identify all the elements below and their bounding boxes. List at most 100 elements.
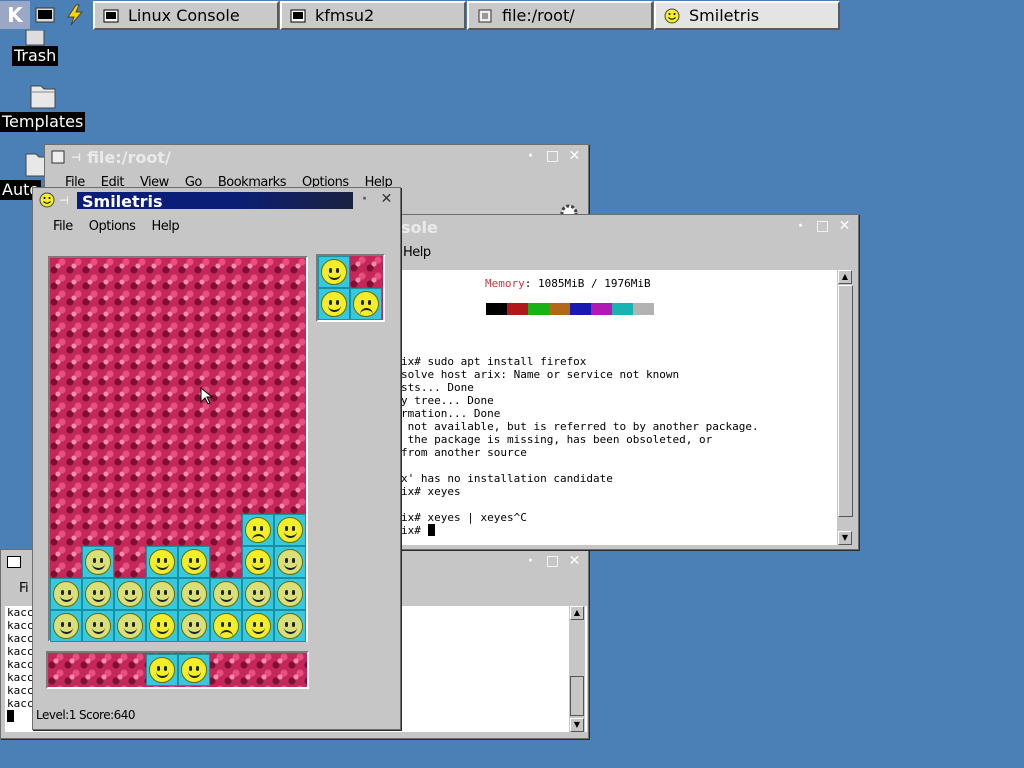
menu-file[interactable]: File	[53, 219, 73, 234]
task-label: Linux Console	[128, 6, 240, 25]
scroll-up-icon[interactable]: ▲	[570, 606, 584, 620]
terminal-launcher-icon[interactable]	[30, 1, 60, 29]
terminal-line: x' has no installation candidate	[401, 472, 613, 485]
color-swatch	[612, 303, 633, 315]
desktop-icon-trash[interactable]: Trash	[12, 30, 59, 66]
smiley-icon	[181, 613, 207, 639]
color-swatch	[633, 303, 654, 315]
smiley-icon	[277, 613, 303, 639]
smiley-block	[242, 546, 274, 578]
pin-icon[interactable]: ⊣	[71, 151, 81, 164]
memory-line: Memory: 1085MiB / 1976MiB	[485, 277, 651, 290]
smiley-block	[114, 610, 146, 642]
smiley-icon	[213, 581, 239, 607]
task-linux-console[interactable]: Linux Console	[93, 1, 279, 30]
smiley-icon	[353, 291, 379, 317]
terminal-cursor	[427, 524, 435, 536]
terminal-line: ix# xeyes | xeyes^C	[401, 511, 527, 524]
smiley-icon	[85, 613, 111, 639]
smiley-block	[178, 578, 210, 610]
menu-help[interactable]: Help	[151, 219, 179, 234]
task-kfmsu2[interactable]: kfmsu2	[280, 1, 466, 30]
close-icon[interactable]: ✕	[837, 219, 852, 234]
kde-menu-label: K	[7, 3, 23, 27]
terminal-line: the package is missing, has been obsolet…	[401, 433, 713, 446]
console-menubar: Help	[403, 245, 447, 260]
smiley-icon	[117, 581, 143, 607]
smiley-icon	[213, 613, 239, 639]
level-status: Level:1	[36, 708, 76, 722]
terminal-line: ix# xeyes	[401, 485, 461, 498]
terminal-cursor	[7, 710, 14, 722]
maximize-icon[interactable]: □	[545, 554, 560, 569]
maximize-icon[interactable]: □	[815, 219, 830, 234]
smiley-icon	[277, 549, 303, 575]
scroll-thumb[interactable]	[838, 285, 853, 517]
smiley-block	[114, 578, 146, 610]
linux-console-titlebar[interactable]: sole · □ ✕	[395, 215, 858, 239]
terminal-line: y tree... Done	[401, 394, 494, 407]
lightning-icon[interactable]	[60, 1, 90, 29]
smiley-block	[82, 578, 114, 610]
folder-icon	[30, 85, 56, 109]
smiley-block	[318, 288, 350, 320]
file-manager-icon	[51, 150, 65, 164]
smiley-block	[242, 578, 274, 610]
smiley-icon	[321, 291, 347, 317]
smiley-icon	[245, 581, 271, 607]
smiley-block	[82, 610, 114, 642]
terminal-line: rmation... Done	[401, 407, 501, 420]
task-label: Smiletris	[689, 6, 760, 25]
task-smiletris[interactable]: Smiletris	[654, 1, 840, 30]
smiley-icon	[117, 613, 143, 639]
active-title-gradient: Smiletris	[77, 192, 353, 211]
smiley-icon	[149, 613, 175, 639]
file-manager-icon	[88, 1, 92, 29]
scroll-down-icon[interactable]: ▼	[570, 718, 584, 732]
smiley-icon	[53, 581, 79, 607]
minimize-icon[interactable]: ·	[357, 192, 372, 207]
close-icon[interactable]: ✕	[567, 149, 582, 164]
console-terminal[interactable]: Memory: 1085MiB / 1976MiB ix# sudo apt i…	[398, 270, 837, 545]
smiletris-titlebar[interactable]: ⊣ Smiletris · ✕	[33, 188, 400, 212]
menu-help[interactable]: Help	[403, 245, 431, 260]
scroll-thumb[interactable]	[570, 676, 584, 716]
memory-value: : 1085MiB / 1976MiB	[524, 277, 651, 290]
smiley-block	[146, 610, 178, 642]
minimize-icon[interactable]: ·	[793, 219, 808, 234]
smiley-block	[210, 610, 242, 642]
window-title: Smiletris	[82, 192, 163, 211]
prompt-line: ix#	[401, 524, 435, 537]
task-file-manager[interactable]: file:/root/	[467, 1, 653, 30]
smiley-icon	[245, 517, 271, 543]
close-icon[interactable]: ✕	[379, 192, 394, 207]
kfmsu2-scrollbar[interactable]: ▲ ▼	[569, 606, 585, 732]
minimize-icon[interactable]: ·	[523, 149, 538, 164]
desktop-icon-label: Templates	[0, 112, 86, 132]
kde-k-icon[interactable]: K	[0, 1, 30, 29]
scroll-down-icon[interactable]: ▼	[838, 531, 852, 545]
smiley-block	[210, 578, 242, 610]
smiley-icon	[245, 549, 271, 575]
color-swatches	[486, 303, 654, 318]
desktop-icon-label: Trash	[12, 46, 59, 66]
menu-file[interactable]: Fi	[19, 581, 29, 596]
taskbar: K Linux Console kfmsu2 file:/root/ Smile…	[0, 0, 1024, 31]
desktop-icon-templates[interactable]: Templates	[0, 80, 86, 132]
minimize-icon[interactable]: ·	[523, 554, 538, 569]
smiley-block	[82, 546, 114, 578]
smiley-block	[178, 654, 210, 686]
scroll-up-icon[interactable]: ▲	[838, 270, 852, 284]
smiley-block	[274, 578, 306, 610]
color-swatch	[507, 303, 528, 315]
menu-options[interactable]: Options	[89, 219, 136, 234]
console-window-icon	[290, 8, 306, 24]
console-scrollbar[interactable]: ▲ ▼	[837, 270, 854, 545]
maximize-icon[interactable]: □	[545, 149, 560, 164]
pin-icon[interactable]: ⊣	[59, 194, 69, 207]
file-manager-icon	[477, 8, 493, 24]
close-icon[interactable]: ✕	[567, 554, 582, 569]
file-manager-titlebar[interactable]: ⊣ file:/root/ · □ ✕	[45, 145, 588, 169]
game-board[interactable]	[48, 256, 308, 642]
smiley-icon	[181, 657, 207, 683]
